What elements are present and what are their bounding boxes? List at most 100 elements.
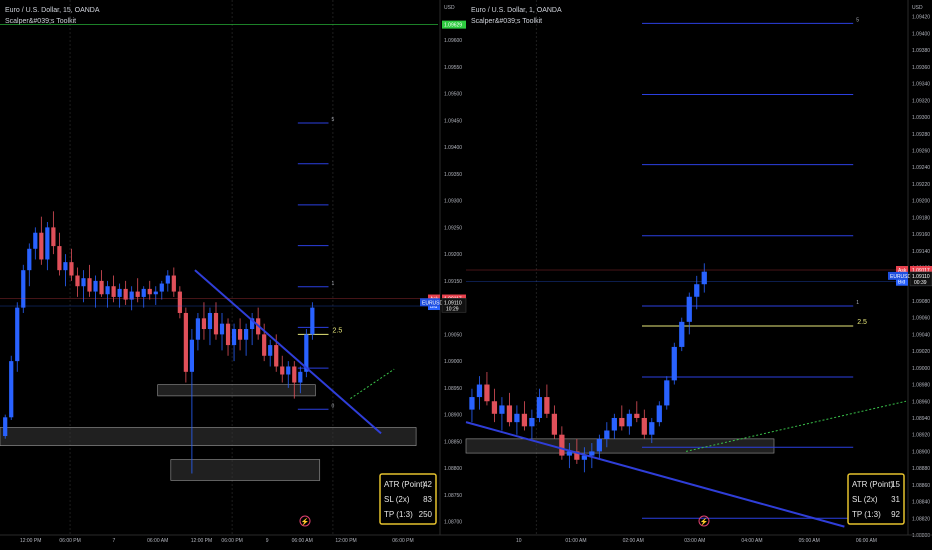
trend-line — [465, 421, 845, 528]
y-tick-label: 1.09150 — [444, 279, 462, 285]
candle-body — [611, 417, 617, 431]
candle-body — [694, 284, 700, 297]
x-tick-label: 06:00 PM — [59, 538, 80, 544]
atr-table: ATR (Point)15 SL (2x) 31 TP (1:3) 92 — [847, 473, 905, 525]
y-axis-unit: USD — [444, 5, 455, 11]
symbol-text: EURUSD — [890, 274, 912, 280]
candle-body — [484, 384, 490, 402]
candle-body — [559, 434, 565, 456]
y-tick-label: 1.09200 — [912, 199, 930, 205]
candle-body — [237, 329, 243, 340]
candle-body — [634, 413, 640, 418]
atr-table-value: 92 — [891, 510, 900, 519]
chart-subtitle: Scalper&#039;s Toolkit — [5, 18, 76, 25]
candle-body — [656, 405, 662, 423]
candle-body — [274, 345, 279, 367]
zone-box — [170, 459, 321, 481]
y-tick-label: 1.08840 — [912, 500, 930, 506]
candle-body — [15, 307, 20, 362]
y-axis-unit: USD — [912, 5, 923, 11]
x-tick-label: 03:00 AM — [684, 538, 705, 544]
atr-table-value: 250 — [419, 510, 433, 519]
y-tick-label: 1.08980 — [912, 383, 930, 389]
y-tick-label: 1.09000 — [912, 366, 930, 372]
candle-body — [506, 405, 513, 423]
y-tick-label: 1.09140 — [912, 249, 930, 255]
x-tick-label: 12:00 PM — [335, 538, 356, 544]
atr-table-label: SL (2x) — [384, 495, 410, 504]
y-tick-label: 1.09200 — [444, 252, 462, 258]
y-tick-label: 1.09220 — [912, 182, 930, 188]
pane-2: 5 10 2.5 Euro / U.S. Dollar, 1, OANDA Scalpe… — [465, 0, 932, 544]
y-tick-label: 1.08880 — [912, 466, 930, 472]
y-tick-label: 1.09320 — [912, 98, 930, 104]
atr-table-label: SL (2x) — [852, 495, 878, 504]
y-tick-label: 1.09180 — [912, 215, 930, 221]
chart-subtitle: Scalper&#039;s Toolkit — [471, 18, 542, 25]
x-tick-label: 02:00 AM — [623, 538, 644, 544]
x-tick-label: 06:00 AM — [856, 538, 877, 544]
y-tick-label: 1.09600 — [444, 38, 462, 44]
candle-body — [686, 296, 692, 322]
candle-body — [604, 430, 610, 439]
candle-body — [171, 275, 176, 292]
candle-body — [469, 397, 475, 410]
atr-table-value: 15 — [891, 480, 900, 489]
x-tick-label: 01:00 AM — [565, 538, 586, 544]
chart-title: Euro / U.S. Dollar, 1, OANDA — [471, 7, 562, 14]
candle-body — [544, 397, 550, 414]
candle-body — [51, 227, 56, 247]
candle-body — [57, 246, 62, 271]
candle-body — [177, 291, 182, 313]
fib-mid-label: 2.5 — [857, 319, 867, 326]
countdown-text: 10:29 — [446, 306, 459, 312]
candle-body — [21, 270, 26, 308]
candle-body — [596, 438, 602, 452]
y-tick-label: 1.08700 — [444, 520, 462, 526]
lightning-icon-glyph: ⚡ — [301, 517, 310, 526]
candle-body — [619, 417, 625, 427]
candle-body — [225, 323, 231, 346]
y-tick-label: 1.09450 — [444, 118, 462, 124]
y-tick-label: 1.08800 — [912, 533, 930, 539]
candle-body — [93, 280, 98, 292]
y-tick-label: 1.09000 — [444, 359, 462, 365]
candle-body — [201, 318, 207, 330]
chart-canvas: 5102.5Euro / U.S. Dollar, 15, OANDAScalp… — [0, 0, 932, 544]
lightning-icon-glyph: ⚡ — [700, 517, 709, 526]
x-tick-label: 10 — [516, 538, 522, 544]
candle-body — [679, 321, 685, 347]
candle-body — [165, 275, 170, 284]
y-tick-label: 1.08860 — [912, 483, 930, 489]
candle-body — [219, 323, 225, 335]
candle-body — [81, 278, 86, 287]
y-tick-label: 1.09400 — [444, 145, 462, 151]
candle-body — [641, 417, 647, 435]
candle-body — [529, 417, 535, 427]
candle-body — [141, 288, 146, 297]
y-tick-label: 1.09400 — [912, 31, 930, 37]
projection-line — [685, 400, 907, 452]
candle-body — [213, 312, 219, 335]
countdown-text: 00:39 — [914, 280, 927, 286]
y-tick-label: 1.08940 — [912, 416, 930, 422]
candle-body — [45, 227, 50, 260]
x-tick-label: 05:00 AM — [799, 538, 820, 544]
fib-level-number: 5 — [856, 17, 859, 23]
candle-body — [39, 232, 44, 260]
candle-body — [147, 288, 152, 295]
y-tick-label: 1.08950 — [444, 386, 462, 392]
pane-1: 5 1 0 2.5 Euro / U.S. Dollar, 15, OANDA Scalp… — [0, 0, 467, 544]
symbol-text: EURUSD — [422, 300, 444, 306]
candle-body — [63, 262, 68, 271]
candle-body — [664, 380, 670, 406]
x-tick-label: 06:00 PM — [221, 538, 242, 544]
candle-body — [476, 384, 483, 398]
x-tick-label: 04:00 AM — [741, 538, 762, 544]
atr-table-label: TP (1:3) — [852, 510, 881, 519]
candle-body — [33, 232, 38, 249]
candle-body — [99, 280, 104, 295]
y-tick-label: 1.09550 — [444, 65, 462, 71]
candle-body — [521, 413, 528, 427]
y-tick-label: 1.08920 — [912, 433, 930, 439]
